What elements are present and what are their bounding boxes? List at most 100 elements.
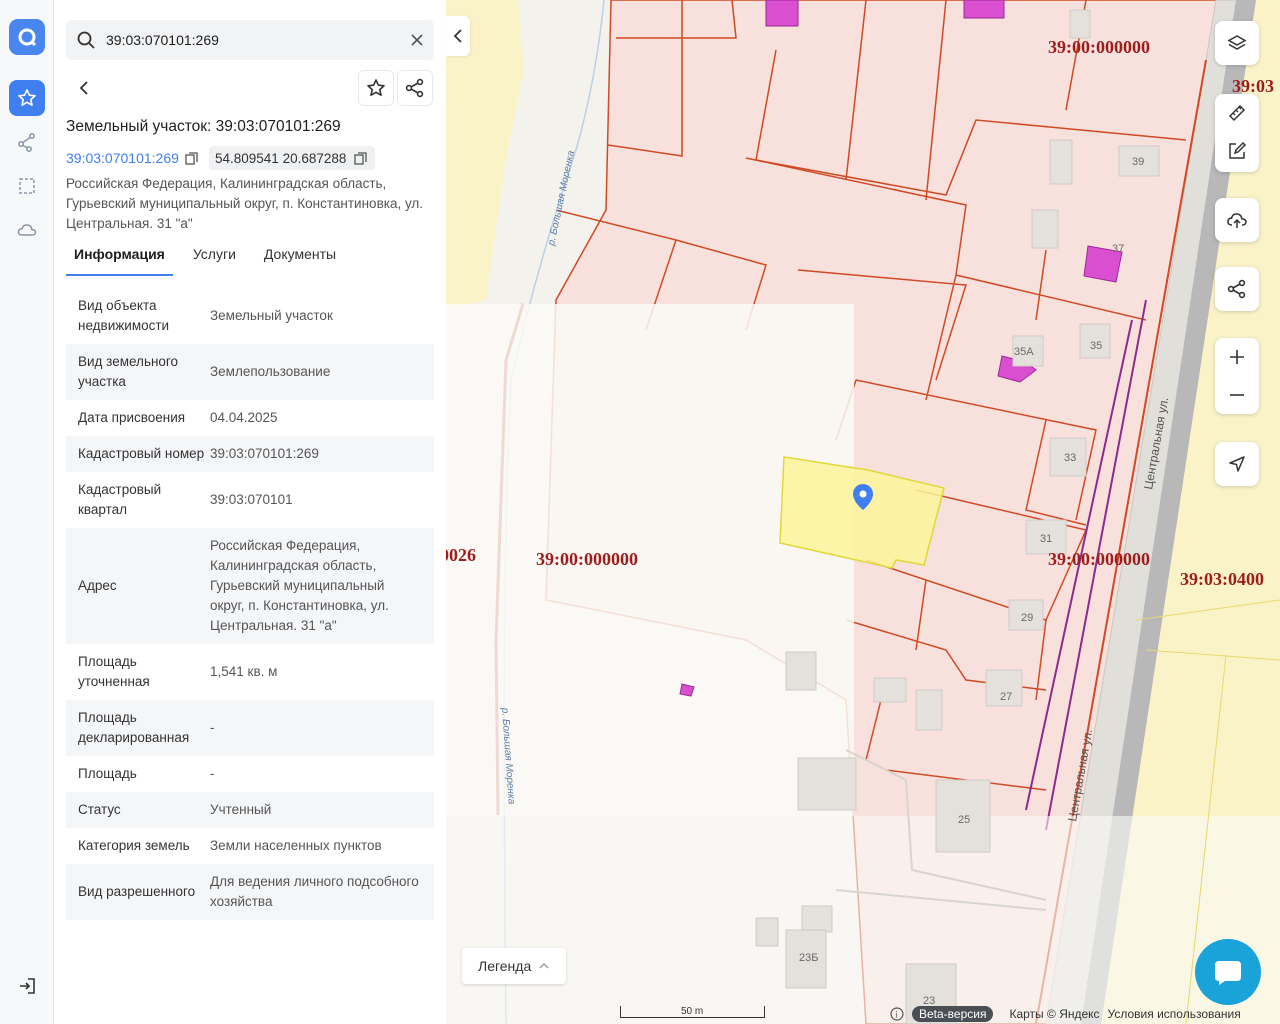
table-row: Кадастровый номер 39:03:070101:269 [66,436,434,472]
layers-icon [1227,35,1247,50]
table-row: Дата присвоения 04.04.2025 [66,400,434,436]
copyright-text: Карты © Яндекс [1009,1007,1100,1021]
search-bar [66,20,434,60]
copy-icon[interactable] [354,151,368,165]
plus-icon [1230,350,1244,364]
search-icon [76,30,96,55]
my-location-button[interactable] [1215,442,1259,486]
info-glyph: i [895,1010,898,1020]
legend-label: Легенда [478,958,532,974]
row-value: 39:03:070101:269 [210,446,319,461]
house-number: 35 [1090,340,1102,352]
copy-icon[interactable] [185,151,198,165]
chevron-left-icon [79,81,88,95]
coordinates-badge[interactable]: 54.809541 20.687288 [209,146,376,170]
quarter-label: 39:00:000000 [1048,37,1150,57]
map-layer[interactable]: 39:00:000000 39:00:000000 39:00:000000 3… [446,0,1280,1024]
share-icon [1227,279,1246,299]
table-row: Адрес Российская Федерация, Калининградск… [66,528,434,644]
house-number: 27 [1000,691,1012,703]
ruler-icon [1228,104,1246,122]
favorite-button[interactable] [358,70,394,106]
edit-button[interactable] [1215,132,1259,170]
row-value: Земли населенных пунктов [210,838,382,853]
quarter-label: 0026 [446,545,476,565]
star-icon [367,79,385,96]
house-number: 25 [958,814,970,826]
zoom-in-button[interactable] [1215,338,1259,376]
favorites-icon[interactable] [9,80,45,116]
logout-icon[interactable] [9,968,45,1004]
zoom-out-button[interactable] [1215,376,1259,414]
row-key: Вид объекта недвижимости [78,298,170,333]
row-key: Площадь [78,766,137,781]
map-share-button[interactable] [1215,267,1259,311]
row-value: Земельный участок [210,308,333,323]
row-value: - [210,766,215,781]
object-panel: Земельный участок: 39:03:070101:269 39:0… [54,0,446,1024]
back-button[interactable] [66,70,102,106]
row-value: 39:03:070101 [210,492,293,507]
left-rail [0,0,54,1024]
tab-bar: Информация Услуги Документы [66,240,356,276]
cloud-icon[interactable] [9,212,45,248]
terms-link[interactable]: Условия использования [1108,1007,1241,1021]
row-key: Вид земельного участка [78,354,179,389]
table-row: Площадь - [66,756,434,792]
quarter-label: 39:00:000000 [1048,549,1150,569]
table-row: Вид земельного участка Землепользование [66,344,434,400]
row-key: Адрес [78,578,117,593]
minus-icon [1230,394,1244,396]
map-footer: i Beta-версия Карты © Яндекс Условия исп… [890,1005,1241,1023]
chat-button[interactable] [1195,939,1261,1005]
house-number: 23Б [799,952,818,964]
table-row: Площадь уточненная 1,541 кв. м [66,644,434,700]
measure-tools [1215,94,1259,172]
area-select-icon[interactable] [9,168,45,204]
tab-services[interactable]: Услуги [185,240,244,276]
map-canvas[interactable]: 39:00:000000 39:00:000000 39:00:000000 3… [446,0,1280,1024]
quarter-label: 39:03:0400 [1180,569,1264,589]
legend-button[interactable]: Легенда [462,948,566,984]
collapse-panel-button[interactable] [446,16,470,56]
route-icon[interactable] [9,124,45,160]
tab-documents[interactable]: Документы [256,240,344,276]
beta-badge: Beta-версия [912,1006,994,1022]
chevron-up-icon [539,963,549,969]
row-key: Категория земель [78,838,190,853]
tab-information[interactable]: Информация [66,240,173,276]
page-title: Земельный участок: 39:03:070101:269 [66,118,341,135]
row-key: Вид разрешенного [78,884,196,899]
row-key: Кадастровый номер [78,446,205,461]
row-value: Учтенный [210,802,272,817]
table-row: Категория земель Земли населенных пунктов [66,828,434,864]
row-value: Для ведения личного подсобного хозяйства [210,874,419,909]
row-key: Площадь декларированная [78,710,190,745]
table-row: Вид объекта недвижимости Земельный участо… [66,288,434,344]
map-scale: 50 m [620,1006,765,1018]
house-number: 39 [1132,156,1144,168]
house-number: 35А [1014,346,1034,358]
search-input[interactable] [106,20,396,60]
table-row: Кадастровый квартал 39:03:070101 [66,472,434,528]
row-value: Российская Федерация, Калининградская об… [210,538,389,633]
row-key: Статус [78,802,121,817]
upload-button[interactable] [1215,198,1259,242]
cadastral-number-text[interactable]: 39:03:070101:269 [66,150,179,166]
chevron-left-icon [453,29,462,43]
coordinates-text: 54.809541 20.687288 [215,150,347,166]
layers-button[interactable] [1215,21,1259,65]
house-number: 33 [1064,452,1076,464]
table-row: Площадь декларированная - [66,700,434,756]
map-tile-light [446,816,1280,1024]
share-button[interactable] [397,70,433,106]
row-value: 1,541 кв. м [210,664,278,679]
info-icon[interactable]: i [890,1007,904,1021]
ruler-button[interactable] [1215,94,1259,132]
cadastral-number-link[interactable]: 39:03:070101:269 [66,147,198,169]
app-logo-icon[interactable] [9,19,45,55]
quarter-label: 39:03 [1232,76,1274,96]
row-key: Дата присвоения [78,410,186,425]
clear-search-icon[interactable] [408,31,426,49]
row-value: - [210,720,215,735]
